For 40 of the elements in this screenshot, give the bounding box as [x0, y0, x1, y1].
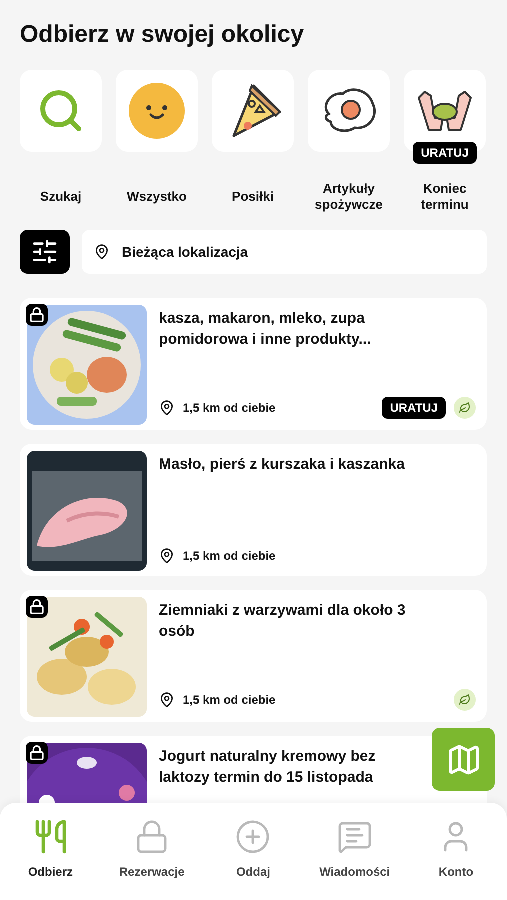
- nav-tab[interactable]: Wiadomości: [310, 819, 399, 881]
- rescue-badge: URATUJ: [413, 142, 477, 164]
- category-label: Koniec terminu: [420, 180, 470, 214]
- location-field[interactable]: Bieżąca lokalizacja: [82, 230, 487, 274]
- category-button[interactable]: Artykuły spożywcze: [308, 70, 390, 214]
- listing-card[interactable]: Ziemniaki z warzywami dla około 3 osób 1,5 km od ciebie: [20, 590, 487, 722]
- listing-card[interactable]: Masło, pierś z kurszaka i kaszanka 1,5 km od ciebie: [20, 444, 487, 576]
- category-button[interactable]: Posiłki: [212, 70, 294, 214]
- category-label: Wszystko: [127, 188, 187, 206]
- location-pin-icon: [159, 548, 175, 564]
- listing-title: Masło, pierś z kurszaka i kaszanka: [159, 455, 406, 475]
- location-value: Bieżąca lokalizacja: [122, 242, 248, 262]
- rescue-badge: URATUJ: [382, 397, 446, 419]
- plus-circle-icon: [235, 819, 272, 855]
- location-pin-icon: [159, 692, 175, 708]
- nav-tab[interactable]: Oddaj: [209, 819, 298, 881]
- distance-text: 1,5 km od ciebie: [183, 400, 276, 417]
- listing-card[interactable]: Jogurt naturalny kremowy bez laktozy termin do 15 listopada: [20, 736, 487, 803]
- listing-card[interactable]: kasza, makaron, mleko, zupa pomidorowa i inne produkty... 1,5 km od ciebie URATUJ: [20, 298, 487, 430]
- filter-button[interactable]: [20, 230, 70, 274]
- listing-title: Jogurt naturalny kremowy bez laktozy termin do 15 listopada: [159, 747, 377, 788]
- distance-text: 1,5 km od ciebie: [183, 692, 276, 709]
- nav-tab[interactable]: Odbierz: [6, 819, 95, 881]
- category-label: Szukaj: [40, 188, 82, 206]
- category-button[interactable]: Szukaj: [20, 70, 102, 214]
- category-label: Posiłki: [232, 188, 274, 206]
- location-pin-icon: [159, 400, 175, 416]
- page-title: Odbierz w swojej okolicy: [19, 20, 306, 50]
- nav-tab[interactable]: Rezerwacje: [108, 819, 196, 881]
- location-pin-icon: [94, 244, 110, 260]
- nav-tab[interactable]: Konto: [412, 819, 500, 881]
- sliders-icon: [31, 238, 59, 266]
- distance-text: 1,5 km od ciebie: [183, 548, 276, 565]
- category-label: Artykuły spożywcze: [314, 180, 384, 214]
- listing-title: Ziemniaki z warzywami dla około 3 osób: [159, 601, 407, 642]
- hands-holding-food-icon: [415, 88, 475, 134]
- listing-title: kasza, makaron, mleko, zupa pomidorowa i inne produkty...: [159, 309, 372, 350]
- smiley-face-icon: [129, 83, 185, 139]
- category-button[interactable]: Wszystko: [116, 70, 198, 214]
- category-button[interactable]: URATUJ Koniec terminu: [404, 70, 486, 214]
